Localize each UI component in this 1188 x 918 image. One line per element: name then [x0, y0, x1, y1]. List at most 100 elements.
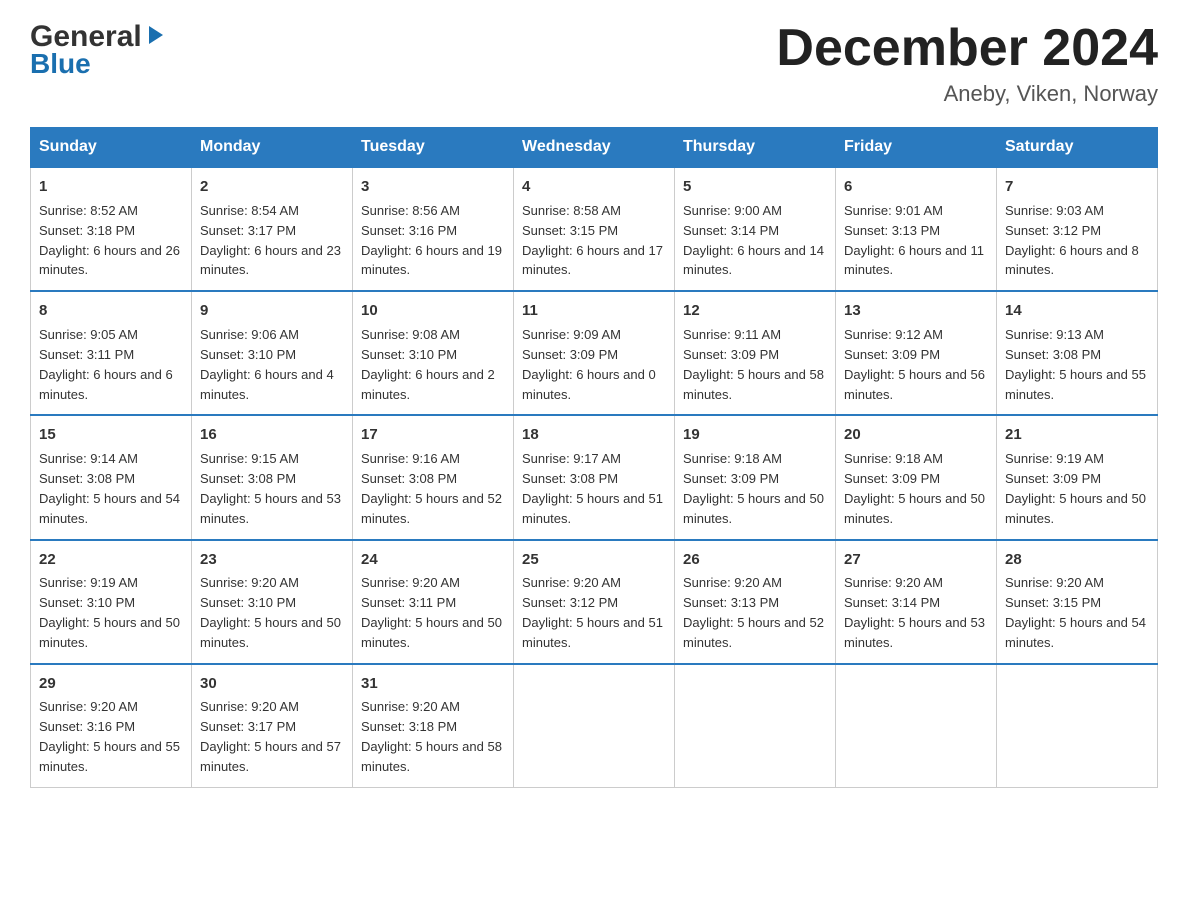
calendar-day-cell: 13 Sunrise: 9:12 AMSunset: 3:09 PMDaylig…	[836, 291, 997, 415]
logo-arrow-icon	[145, 24, 167, 51]
calendar-day-cell: 5 Sunrise: 9:00 AMSunset: 3:14 PMDayligh…	[675, 167, 836, 291]
day-info: Sunrise: 9:20 AMSunset: 3:10 PMDaylight:…	[200, 575, 341, 650]
calendar-day-cell: 9 Sunrise: 9:06 AMSunset: 3:10 PMDayligh…	[192, 291, 353, 415]
day-number: 11	[522, 300, 666, 322]
day-info: Sunrise: 8:58 AMSunset: 3:15 PMDaylight:…	[522, 203, 663, 278]
day-info: Sunrise: 9:20 AMSunset: 3:14 PMDaylight:…	[844, 575, 985, 650]
day-number: 2	[200, 176, 344, 198]
day-number: 26	[683, 549, 827, 571]
calendar-day-cell	[836, 664, 997, 788]
day-info: Sunrise: 9:05 AMSunset: 3:11 PMDaylight:…	[39, 327, 173, 402]
calendar-day-cell: 8 Sunrise: 9:05 AMSunset: 3:11 PMDayligh…	[31, 291, 192, 415]
calendar-day-cell: 23 Sunrise: 9:20 AMSunset: 3:10 PMDaylig…	[192, 540, 353, 664]
day-number: 30	[200, 673, 344, 695]
day-info: Sunrise: 9:16 AMSunset: 3:08 PMDaylight:…	[361, 451, 502, 526]
day-info: Sunrise: 9:20 AMSunset: 3:11 PMDaylight:…	[361, 575, 502, 650]
calendar-day-cell: 27 Sunrise: 9:20 AMSunset: 3:14 PMDaylig…	[836, 540, 997, 664]
day-number: 16	[200, 424, 344, 446]
day-number: 25	[522, 549, 666, 571]
day-info: Sunrise: 9:19 AMSunset: 3:10 PMDaylight:…	[39, 575, 180, 650]
calendar-week-row: 1 Sunrise: 8:52 AMSunset: 3:18 PMDayligh…	[31, 167, 1158, 291]
calendar-day-cell: 22 Sunrise: 9:19 AMSunset: 3:10 PMDaylig…	[31, 540, 192, 664]
day-number: 8	[39, 300, 183, 322]
calendar-day-cell: 26 Sunrise: 9:20 AMSunset: 3:13 PMDaylig…	[675, 540, 836, 664]
calendar-week-row: 8 Sunrise: 9:05 AMSunset: 3:11 PMDayligh…	[31, 291, 1158, 415]
day-info: Sunrise: 9:20 AMSunset: 3:12 PMDaylight:…	[522, 575, 663, 650]
day-info: Sunrise: 9:19 AMSunset: 3:09 PMDaylight:…	[1005, 451, 1146, 526]
calendar-day-cell: 17 Sunrise: 9:16 AMSunset: 3:08 PMDaylig…	[353, 415, 514, 539]
calendar-week-row: 29 Sunrise: 9:20 AMSunset: 3:16 PMDaylig…	[31, 664, 1158, 788]
calendar-day-cell: 7 Sunrise: 9:03 AMSunset: 3:12 PMDayligh…	[997, 167, 1158, 291]
day-info: Sunrise: 9:20 AMSunset: 3:16 PMDaylight:…	[39, 699, 180, 774]
calendar-day-cell: 6 Sunrise: 9:01 AMSunset: 3:13 PMDayligh…	[836, 167, 997, 291]
col-thursday: Thursday	[675, 128, 836, 168]
calendar-day-cell: 25 Sunrise: 9:20 AMSunset: 3:12 PMDaylig…	[514, 540, 675, 664]
calendar-day-cell: 1 Sunrise: 8:52 AMSunset: 3:18 PMDayligh…	[31, 167, 192, 291]
page-header: General Blue December 2024 Aneby, Viken,…	[30, 20, 1158, 107]
calendar-table: Sunday Monday Tuesday Wednesday Thursday…	[30, 127, 1158, 788]
day-number: 27	[844, 549, 988, 571]
day-info: Sunrise: 9:03 AMSunset: 3:12 PMDaylight:…	[1005, 203, 1139, 278]
calendar-day-cell: 15 Sunrise: 9:14 AMSunset: 3:08 PMDaylig…	[31, 415, 192, 539]
title-block: December 2024 Aneby, Viken, Norway	[776, 20, 1158, 107]
calendar-day-cell: 30 Sunrise: 9:20 AMSunset: 3:17 PMDaylig…	[192, 664, 353, 788]
calendar-day-cell: 31 Sunrise: 9:20 AMSunset: 3:18 PMDaylig…	[353, 664, 514, 788]
day-number: 7	[1005, 176, 1149, 198]
day-number: 23	[200, 549, 344, 571]
day-info: Sunrise: 8:56 AMSunset: 3:16 PMDaylight:…	[361, 203, 502, 278]
day-info: Sunrise: 8:52 AMSunset: 3:18 PMDaylight:…	[39, 203, 180, 278]
day-number: 21	[1005, 424, 1149, 446]
calendar-day-cell: 28 Sunrise: 9:20 AMSunset: 3:15 PMDaylig…	[997, 540, 1158, 664]
day-info: Sunrise: 9:17 AMSunset: 3:08 PMDaylight:…	[522, 451, 663, 526]
day-info: Sunrise: 9:20 AMSunset: 3:15 PMDaylight:…	[1005, 575, 1146, 650]
calendar-day-cell	[997, 664, 1158, 788]
day-info: Sunrise: 9:08 AMSunset: 3:10 PMDaylight:…	[361, 327, 495, 402]
day-number: 12	[683, 300, 827, 322]
calendar-day-cell: 3 Sunrise: 8:56 AMSunset: 3:16 PMDayligh…	[353, 167, 514, 291]
calendar-day-cell: 19 Sunrise: 9:18 AMSunset: 3:09 PMDaylig…	[675, 415, 836, 539]
day-number: 10	[361, 300, 505, 322]
day-number: 29	[39, 673, 183, 695]
calendar-day-cell: 10 Sunrise: 9:08 AMSunset: 3:10 PMDaylig…	[353, 291, 514, 415]
day-info: Sunrise: 9:01 AMSunset: 3:13 PMDaylight:…	[844, 203, 984, 278]
calendar-day-cell: 4 Sunrise: 8:58 AMSunset: 3:15 PMDayligh…	[514, 167, 675, 291]
day-number: 24	[361, 549, 505, 571]
day-number: 20	[844, 424, 988, 446]
day-info: Sunrise: 9:13 AMSunset: 3:08 PMDaylight:…	[1005, 327, 1146, 402]
day-info: Sunrise: 9:20 AMSunset: 3:13 PMDaylight:…	[683, 575, 824, 650]
day-info: Sunrise: 9:18 AMSunset: 3:09 PMDaylight:…	[844, 451, 985, 526]
day-number: 18	[522, 424, 666, 446]
calendar-week-row: 15 Sunrise: 9:14 AMSunset: 3:08 PMDaylig…	[31, 415, 1158, 539]
calendar-day-cell: 14 Sunrise: 9:13 AMSunset: 3:08 PMDaylig…	[997, 291, 1158, 415]
day-number: 13	[844, 300, 988, 322]
calendar-day-cell	[514, 664, 675, 788]
day-info: Sunrise: 9:09 AMSunset: 3:09 PMDaylight:…	[522, 327, 656, 402]
day-number: 14	[1005, 300, 1149, 322]
day-info: Sunrise: 9:12 AMSunset: 3:09 PMDaylight:…	[844, 327, 985, 402]
day-number: 22	[39, 549, 183, 571]
day-number: 28	[1005, 549, 1149, 571]
calendar-day-cell: 18 Sunrise: 9:17 AMSunset: 3:08 PMDaylig…	[514, 415, 675, 539]
calendar-day-cell: 11 Sunrise: 9:09 AMSunset: 3:09 PMDaylig…	[514, 291, 675, 415]
day-info: Sunrise: 8:54 AMSunset: 3:17 PMDaylight:…	[200, 203, 341, 278]
col-tuesday: Tuesday	[353, 128, 514, 168]
calendar-day-cell: 20 Sunrise: 9:18 AMSunset: 3:09 PMDaylig…	[836, 415, 997, 539]
calendar-week-row: 22 Sunrise: 9:19 AMSunset: 3:10 PMDaylig…	[31, 540, 1158, 664]
day-info: Sunrise: 9:20 AMSunset: 3:17 PMDaylight:…	[200, 699, 341, 774]
col-wednesday: Wednesday	[514, 128, 675, 168]
col-monday: Monday	[192, 128, 353, 168]
day-number: 15	[39, 424, 183, 446]
day-info: Sunrise: 9:15 AMSunset: 3:08 PMDaylight:…	[200, 451, 341, 526]
day-info: Sunrise: 9:20 AMSunset: 3:18 PMDaylight:…	[361, 699, 502, 774]
calendar-day-cell: 21 Sunrise: 9:19 AMSunset: 3:09 PMDaylig…	[997, 415, 1158, 539]
day-number: 4	[522, 176, 666, 198]
day-info: Sunrise: 9:06 AMSunset: 3:10 PMDaylight:…	[200, 327, 334, 402]
calendar-day-cell: 16 Sunrise: 9:15 AMSunset: 3:08 PMDaylig…	[192, 415, 353, 539]
col-saturday: Saturday	[997, 128, 1158, 168]
day-info: Sunrise: 9:18 AMSunset: 3:09 PMDaylight:…	[683, 451, 824, 526]
logo-blue-text: Blue	[30, 48, 91, 80]
col-sunday: Sunday	[31, 128, 192, 168]
day-info: Sunrise: 9:14 AMSunset: 3:08 PMDaylight:…	[39, 451, 180, 526]
day-info: Sunrise: 9:11 AMSunset: 3:09 PMDaylight:…	[683, 327, 824, 402]
day-number: 5	[683, 176, 827, 198]
